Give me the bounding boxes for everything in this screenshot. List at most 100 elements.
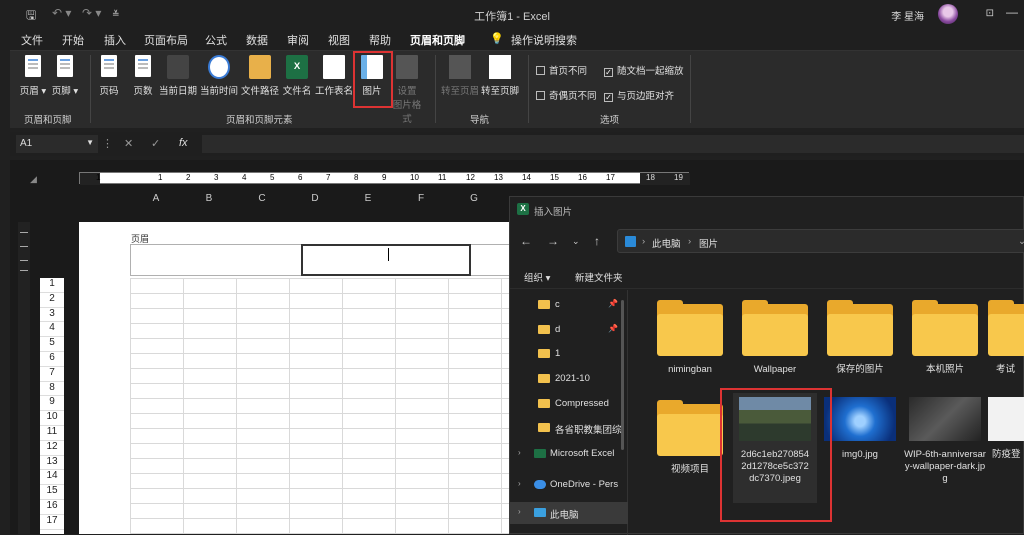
row-header[interactable]: 2 [40,293,64,308]
navigation-pane: c 📌 d 📌 1 2021-10 Compressed 各省职教集团综 › Micr… [510,290,628,535]
current-date-button[interactable]: 当前日期 [158,55,198,97]
pin-icon: 📌 [608,299,618,308]
nav-item-quick-access[interactable]: 1 [510,343,628,365]
column-header[interactable]: B [183,193,235,204]
row-header[interactable]: 4 [40,322,64,338]
row-header[interactable]: 7 [40,367,64,382]
tab-formulas[interactable]: 公式 [205,32,227,48]
tab-help[interactable]: 帮助 [369,32,391,48]
footer-button[interactable]: 页脚 ▾ [48,55,82,97]
address-bar[interactable]: › 此电脑 › 图片 ⌄ [617,229,1024,253]
current-time-button[interactable]: 当前时间 [199,55,239,97]
recent-dropdown-icon[interactable]: ⌄ [572,236,580,247]
tab-view[interactable]: 视图 [328,32,350,48]
different-first-page-checkbox[interactable]: 首页不同 [536,63,587,77]
tab-data[interactable]: 数据 [246,32,268,48]
goto-header-button[interactable]: 转至页眉 [440,55,480,97]
column-header[interactable]: F [395,193,447,204]
row-header[interactable]: 11 [40,426,64,441]
back-arrow-icon[interactable]: ← [520,234,532,248]
column-header[interactable]: E [342,193,394,204]
row-header[interactable]: 16 [40,500,64,515]
nav-item-quick-access[interactable]: c 📌 [510,294,628,316]
page-number-icon [101,55,117,77]
organize-button[interactable]: 组织 ▾ [524,270,550,284]
up-arrow-icon[interactable]: ↑ [594,234,600,248]
more-options-icon[interactable]: ⋮ [102,137,113,150]
row-header[interactable]: 8 [40,382,64,397]
breadcrumb-pictures[interactable]: 图片 [699,236,718,250]
tab-review[interactable]: 审阅 [287,32,309,48]
tab-home[interactable]: 开始 [62,32,84,48]
header-button[interactable]: 页眉 ▾ [16,55,50,97]
header-center-section[interactable] [301,244,471,276]
column-header[interactable]: A [130,193,182,204]
file-name-button[interactable]: X 文件名 [280,55,314,97]
sheet-grid-icon [323,55,345,79]
breadcrumb-this-pc[interactable]: 此电脑 [652,236,681,250]
header-box[interactable] [130,244,510,276]
column-header[interactable]: D [289,193,341,204]
tab-header-footer[interactable]: 页眉和页脚 [410,32,465,52]
tell-me-search[interactable]: 操作说明搜索 [511,32,577,48]
insert-function-icon[interactable]: fx [179,137,188,149]
nav-item-onedrive[interactable]: › OneDrive - Pers [510,474,628,496]
image-file-item[interactable]: 防疫登 [988,397,1024,461]
checkmark-icon: ✓ [604,68,613,77]
row-header[interactable]: 1 [40,278,64,293]
folder-icon [742,300,808,356]
row-header[interactable]: 6 [40,352,64,367]
column-header[interactable]: G [448,193,500,204]
enter-icon[interactable]: ✓ [151,137,160,150]
tab-file[interactable]: 文件 [21,32,43,48]
format-picture-button[interactable]: 设置 图片格式 [390,55,424,125]
row-header[interactable]: 12 [40,441,64,456]
new-folder-button[interactable]: 新建文件夹 [575,270,623,284]
scale-with-document-checkbox[interactable]: ✓ 随文档一起缩放 [604,63,684,77]
formula-input[interactable] [202,135,1024,153]
nav-item-quick-access[interactable]: Compressed [510,393,628,415]
align-with-margins-checkbox[interactable]: ✓ 与页边距对齐 [604,88,674,102]
row-header[interactable]: 13 [40,456,64,471]
row-header[interactable]: 14 [40,470,64,486]
page-count-icon [135,55,151,77]
row-header[interactable]: 9 [40,396,64,412]
cell-grid[interactable] [130,278,510,534]
user-name[interactable]: 李 星海 [891,8,924,23]
image-file-item[interactable]: WIP-6th-anniversary-wallpaper-dark.jpg [903,397,987,485]
column-header[interactable]: C [236,193,288,204]
nav-item-quick-access[interactable]: 各省职教集团综 [510,417,628,439]
row-header[interactable]: 10 [40,411,64,426]
folder-item[interactable]: 本机照片 [903,300,987,376]
avatar[interactable] [938,4,958,24]
page-count-button[interactable]: 页数 [126,55,160,97]
group-label-hf: 页眉和页脚 [24,115,72,126]
chevron-right-icon: › [518,448,521,457]
file-path-button[interactable]: 文件路径 [240,55,280,97]
sheet-name-button[interactable]: 工作表名 [314,55,354,97]
select-all-icon[interactable]: ◢ [30,174,37,185]
nav-item-quick-access[interactable]: 2021-10 [510,368,628,390]
goto-footer-button[interactable]: 转至页脚 [480,55,520,97]
tab-insert[interactable]: 插入 [104,32,126,48]
folder-item[interactable]: 考试 [988,300,1024,376]
folder-item[interactable]: Wallpaper [733,300,817,376]
checkbox-box [536,91,545,100]
page-number-button[interactable]: 页码 [92,55,126,97]
nav-item-this-pc[interactable]: › 此电脑 [510,502,628,524]
ribbon-display-icon[interactable]: ⊡ [986,8,994,19]
row-header[interactable]: 17 [40,515,64,530]
row-header[interactable]: 3 [40,308,64,323]
forward-arrow-icon[interactable]: → [547,234,559,248]
tab-page-layout[interactable]: 页面布局 [144,32,188,48]
cancel-icon[interactable]: ✕ [124,137,133,150]
nav-item-quick-access[interactable]: d 📌 [510,319,628,341]
row-header[interactable]: 5 [40,337,64,352]
nav-item-microsoft-excel[interactable]: › Microsoft Excel [510,443,628,465]
name-box[interactable]: A1 ▼ [16,135,98,153]
row-header[interactable]: 15 [40,485,64,500]
folder-item[interactable]: nimingban [648,300,732,376]
minimize-icon[interactable]: — [1006,5,1018,19]
folder-item[interactable]: 保存的图片 [818,300,902,376]
different-odd-even-checkbox[interactable]: 奇偶页不同 [536,88,597,102]
